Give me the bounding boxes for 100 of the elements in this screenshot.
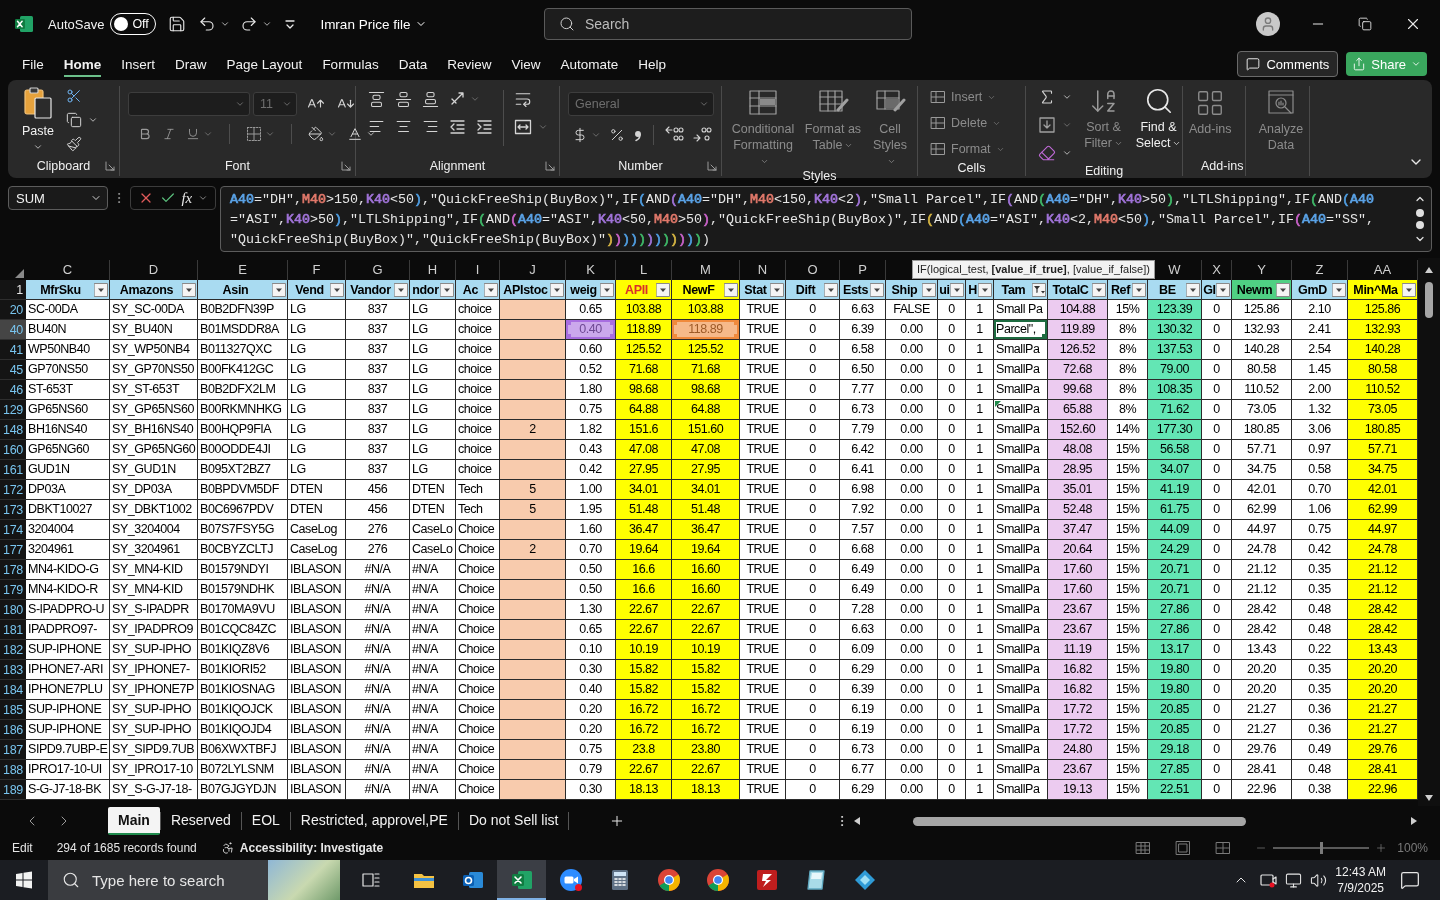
align-bottom-icon[interactable] (422, 90, 439, 108)
sheet-tab[interactable]: Reserved (160, 807, 241, 835)
filter-dropdown-icon[interactable] (1332, 282, 1346, 297)
caret-icon[interactable] (262, 19, 273, 29)
name-box[interactable]: SUM (8, 186, 108, 210)
caret-icon[interactable] (1062, 92, 1072, 102)
comment-icon[interactable] (1246, 57, 1261, 71)
row-number[interactable]: 179 (0, 580, 26, 600)
sheet-tab[interactable]: Main (108, 807, 160, 835)
find-select-button[interactable]: Find & Select (1135, 86, 1182, 151)
taskbar-search-field[interactable]: Type here to search (48, 860, 340, 900)
filter-dropdown-icon[interactable] (600, 282, 614, 297)
volume-icon[interactable] (1310, 871, 1328, 889)
row-number[interactable]: 181 (0, 620, 26, 640)
filter-dropdown-icon[interactable] (870, 282, 884, 297)
dialog-launcher-icon[interactable] (545, 161, 555, 171)
italic-icon[interactable] (162, 127, 176, 141)
decrease-indent-icon[interactable] (449, 118, 466, 135)
clock-date[interactable]: 7/9/2025 (1337, 880, 1384, 896)
menu-tab[interactable]: View (511, 51, 541, 77)
row-number[interactable]: 177 (0, 540, 26, 560)
search-icon[interactable] (62, 871, 80, 889)
scroll-down-icon[interactable] (1425, 794, 1433, 802)
paste-button[interactable]: Paste (22, 86, 54, 152)
row-number[interactable]: 41 (0, 340, 26, 360)
scroll-left-icon[interactable] (853, 817, 862, 825)
caret-icon[interactable] (87, 115, 98, 125)
row-number[interactable]: 40 (0, 320, 26, 340)
eraser-icon[interactable] (1038, 144, 1056, 162)
filter-dropdown-icon[interactable] (1216, 282, 1230, 297)
redo-icon[interactable] (240, 15, 259, 33)
row-number[interactable]: 173 (0, 500, 26, 520)
merge-cells-icon[interactable] (514, 118, 532, 136)
undo-icon[interactable] (198, 15, 217, 33)
wrap-text-icon[interactable] (514, 90, 532, 108)
filter-dropdown-icon[interactable] (1092, 282, 1106, 297)
filter-dropdown-icon[interactable] (922, 282, 936, 297)
restore-icon[interactable] (1358, 17, 1372, 31)
menu-tab[interactable]: Automate (560, 51, 619, 77)
row-number[interactable]: 189 (0, 780, 26, 800)
row-number[interactable]: 184 (0, 680, 26, 700)
select-all-icon[interactable] (15, 269, 24, 278)
row-number[interactable]: 172 (0, 480, 26, 500)
align-right-icon[interactable] (422, 118, 439, 135)
percent-icon[interactable] (609, 127, 625, 143)
row-number[interactable]: 129 (0, 400, 26, 420)
bold-icon[interactable] (138, 127, 152, 141)
cut-icon[interactable] (65, 88, 82, 104)
row-number[interactable]: 185 (0, 700, 26, 720)
row-number[interactable]: 174 (0, 520, 26, 540)
menu-tab[interactable]: File (22, 51, 44, 77)
increase-indent-icon[interactable] (476, 118, 493, 135)
filter-dropdown-icon[interactable] (950, 282, 964, 297)
filter-dropdown-icon[interactable] (1276, 282, 1290, 297)
fill-color-icon[interactable] (308, 126, 324, 142)
filter-dropdown-icon[interactable] (1132, 282, 1146, 297)
filter-dropdown-icon[interactable] (182, 282, 196, 297)
sheet-tab[interactable]: Do not Sell list (458, 807, 569, 835)
clock-time[interactable]: 12:43 AM (1335, 864, 1386, 880)
menu-tab[interactable]: Review (447, 51, 492, 77)
menu-tab[interactable]: Insert (121, 51, 156, 77)
row-number[interactable]: 46 (0, 380, 26, 400)
save-icon[interactable] (168, 15, 187, 33)
filter-dropdown-icon[interactable] (1186, 282, 1200, 297)
dialog-launcher-icon[interactable] (707, 161, 717, 171)
menu-tab[interactable]: Help (638, 51, 667, 77)
accessibility-icon[interactable] (220, 841, 235, 855)
row-number[interactable]: 188 (0, 760, 26, 780)
row-number[interactable]: 161 (0, 460, 26, 480)
filter-dropdown-icon[interactable] (330, 282, 344, 297)
normal-view-icon[interactable] (1135, 840, 1152, 856)
row-number[interactable]: 186 (0, 720, 26, 740)
filter-dropdown-icon[interactable] (824, 282, 838, 297)
scroll-up-icon[interactable] (1425, 266, 1433, 274)
scrollbar-thumb[interactable] (913, 816, 1247, 826)
filter-dropdown-icon[interactable] (770, 282, 784, 297)
filter-applied-icon[interactable] (1032, 282, 1046, 297)
font-color-icon[interactable] (347, 126, 363, 142)
row-number[interactable]: 182 (0, 640, 26, 660)
row-number[interactable]: 178 (0, 560, 26, 580)
menu-tab[interactable]: Formulas (322, 51, 379, 77)
zoom-thumb[interactable] (1319, 842, 1323, 854)
filter-dropdown-icon[interactable] (272, 282, 286, 297)
row-number[interactable]: 187 (0, 740, 26, 760)
row-number[interactable]: 180 (0, 600, 26, 620)
filter-dropdown-icon[interactable] (656, 282, 670, 297)
sheet-tab[interactable]: EOL (241, 807, 290, 835)
comments-button[interactable]: Comments (1237, 51, 1339, 77)
currency-icon[interactable] (572, 127, 588, 143)
dialog-launcher-icon[interactable] (341, 161, 351, 171)
monitor-icon[interactable] (1285, 871, 1303, 889)
caret-icon[interactable] (220, 19, 231, 29)
filter-dropdown-icon[interactable] (550, 282, 564, 297)
menu-tab[interactable]: Draw (175, 51, 207, 77)
search-icon[interactable] (559, 16, 575, 32)
insert-function-button[interactable]: fx (181, 189, 193, 207)
filter-dropdown-icon[interactable] (394, 282, 408, 297)
align-top-icon[interactable] (368, 90, 385, 108)
search-field[interactable]: Search (544, 8, 912, 40)
caret-icon[interactable] (33, 142, 43, 152)
